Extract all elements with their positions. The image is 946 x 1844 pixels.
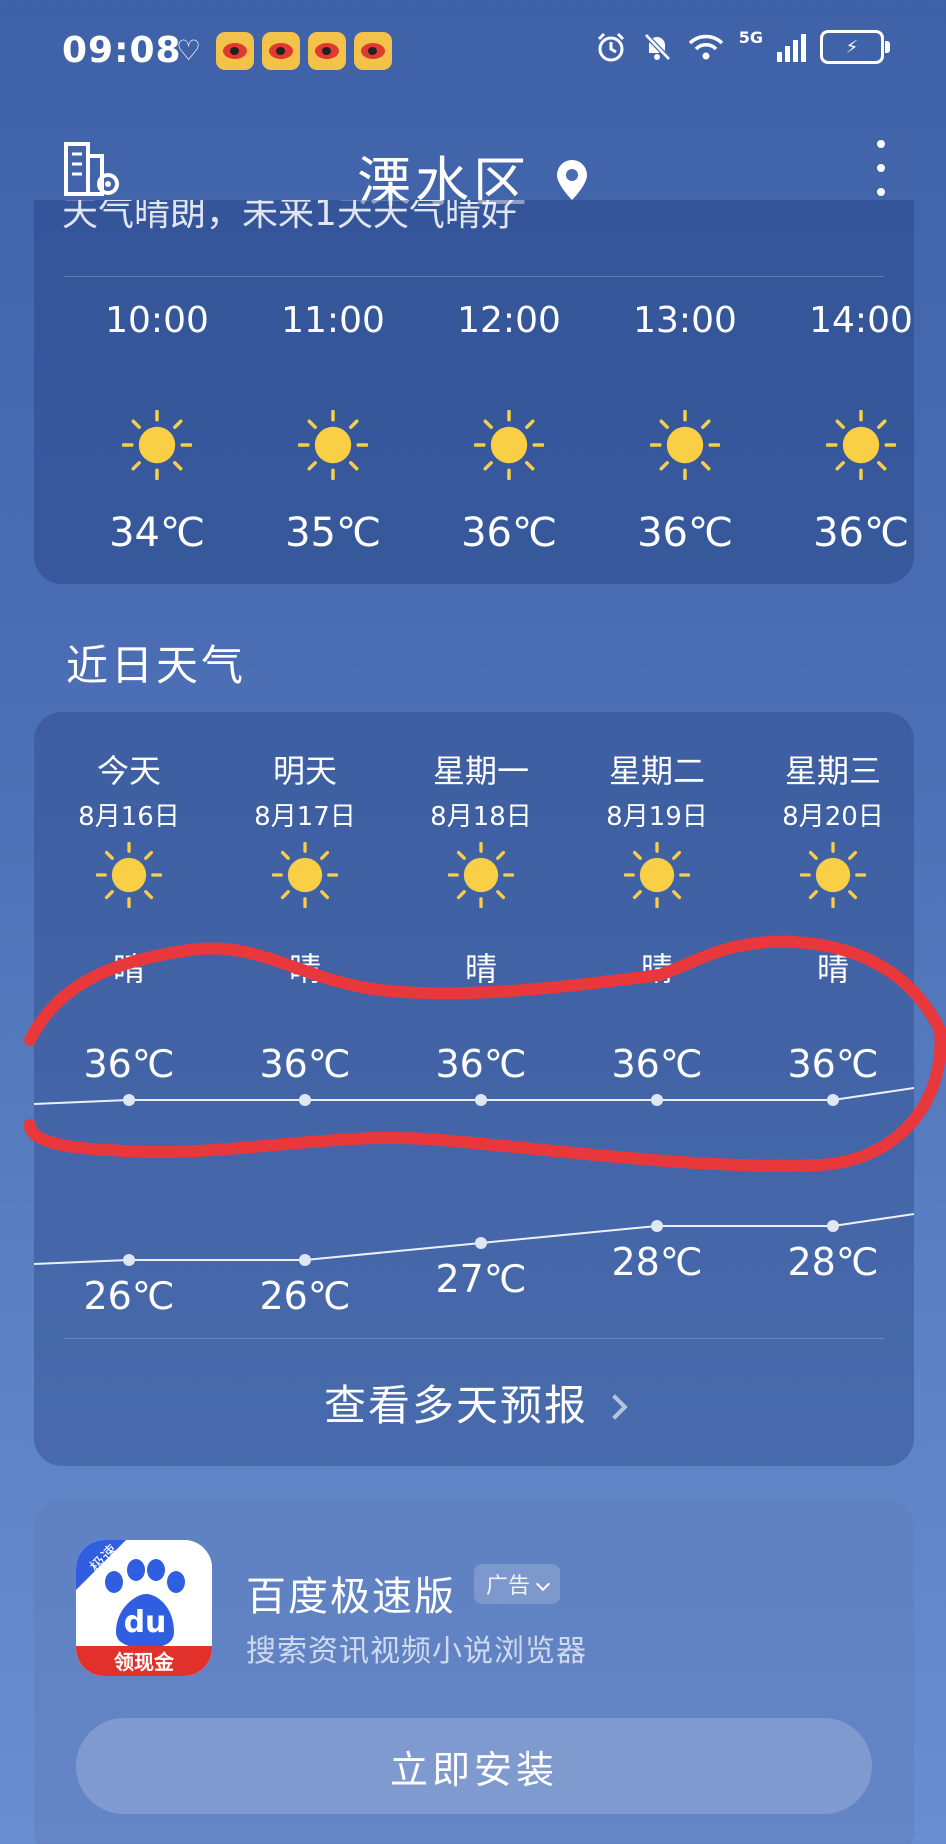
- hourly-item: 14:00 36℃: [776, 200, 914, 584]
- divider: [64, 1338, 884, 1339]
- app-name: 百度极速版: [246, 1574, 456, 1620]
- more-forecast-label: 查看多天预报: [323, 1381, 588, 1430]
- hour-time: 14:00: [809, 300, 913, 341]
- hourly-item: 10:00 34℃: [72, 200, 242, 584]
- more-menu-icon[interactable]: [874, 140, 888, 196]
- more-forecast-button[interactable]: 查看多天预报: [34, 1372, 914, 1433]
- status-time: 09:08: [62, 30, 182, 71]
- low-temp-line-point: [827, 1220, 839, 1232]
- status-indicators: 5G ⚡: [595, 27, 890, 64]
- chevron-right-icon: [602, 1394, 628, 1420]
- sun-icon: [121, 409, 193, 481]
- ad-badge[interactable]: 广告: [474, 1564, 561, 1604]
- wifi-icon: [688, 34, 723, 60]
- weibo-icon: [216, 32, 254, 70]
- low-temp-line: [34, 1213, 914, 1265]
- hourly-forecast-card[interactable]: 天气晴朗，未来1天天气晴好 10:00 34℃ 11:00 35℃ 12:00 36℃ 13…: [34, 200, 914, 584]
- hour-temp: 35℃: [285, 510, 381, 556]
- low-temp-line-point: [651, 1220, 663, 1232]
- high-temp-line-point: [299, 1094, 311, 1106]
- hour-temp: 36℃: [637, 510, 733, 556]
- daily-forecast-card[interactable]: 今天 8月16日晴 36℃ 26℃ 明天 8月17日晴 36℃ 26℃ 星期一 8月18日晴 36℃…: [34, 712, 914, 1466]
- hour-temp: 36℃: [813, 510, 909, 556]
- weibo-icon: [262, 32, 300, 70]
- chevron-down-icon: [535, 1576, 551, 1592]
- high-temp-line: [34, 1087, 914, 1105]
- hourly-item: 12:00 36℃: [424, 200, 594, 584]
- hour-temp: 34℃: [109, 510, 205, 556]
- hour-time: 11:00: [281, 300, 385, 341]
- ad-badge-label: 广告: [486, 1574, 531, 1599]
- weibo-icon: [308, 32, 346, 70]
- install-button[interactable]: 立即安装: [76, 1718, 872, 1814]
- baidu-app-logo: 极速 du 领现金: [76, 1540, 212, 1676]
- logo-banner-text: 领现金: [114, 1650, 175, 1674]
- sun-icon: [825, 409, 897, 481]
- battery-icon: ⚡: [820, 30, 890, 64]
- hourly-item: 13:00 36℃: [600, 200, 770, 584]
- notification-icons: [216, 32, 392, 70]
- heart-icon: ♡: [176, 34, 202, 67]
- temperature-curve: [34, 1087, 914, 1266]
- sun-icon: [649, 409, 721, 481]
- signal-icon: [777, 32, 806, 62]
- network-type: 5G: [738, 27, 763, 47]
- high-temp-line-point: [827, 1094, 839, 1106]
- location-pin-icon: [557, 160, 587, 201]
- weibo-icon: [354, 32, 392, 70]
- hour-time: 10:00: [105, 300, 209, 341]
- hour-temp: 36℃: [461, 510, 557, 556]
- app-description: 搜索资讯视频小说浏览器: [246, 1634, 587, 1669]
- section-title: 近日天气: [66, 641, 247, 690]
- hour-time: 13:00: [633, 300, 737, 341]
- charging-icon: ⚡: [845, 36, 859, 58]
- hour-time: 12:00: [457, 300, 561, 341]
- low-temp-line-point: [475, 1237, 487, 1249]
- alarm-icon: [597, 32, 624, 62]
- high-temp-line-point: [123, 1094, 135, 1106]
- logo-text: du: [124, 1605, 167, 1640]
- high-temp-line-point: [475, 1094, 487, 1106]
- sun-icon: [297, 409, 369, 481]
- sun-icon: [473, 409, 545, 481]
- high-temp-line-point: [651, 1094, 663, 1106]
- mute-bell-icon: [643, 33, 671, 61]
- low-temp-line-point: [123, 1254, 135, 1266]
- hourly-item: 11:00 35℃: [248, 200, 418, 584]
- ad-card[interactable]: 极速 du 领现金 百度极速版 广告 搜索资讯视频小说浏览器 立即安装: [34, 1500, 914, 1844]
- low-temp-line-point: [299, 1254, 311, 1266]
